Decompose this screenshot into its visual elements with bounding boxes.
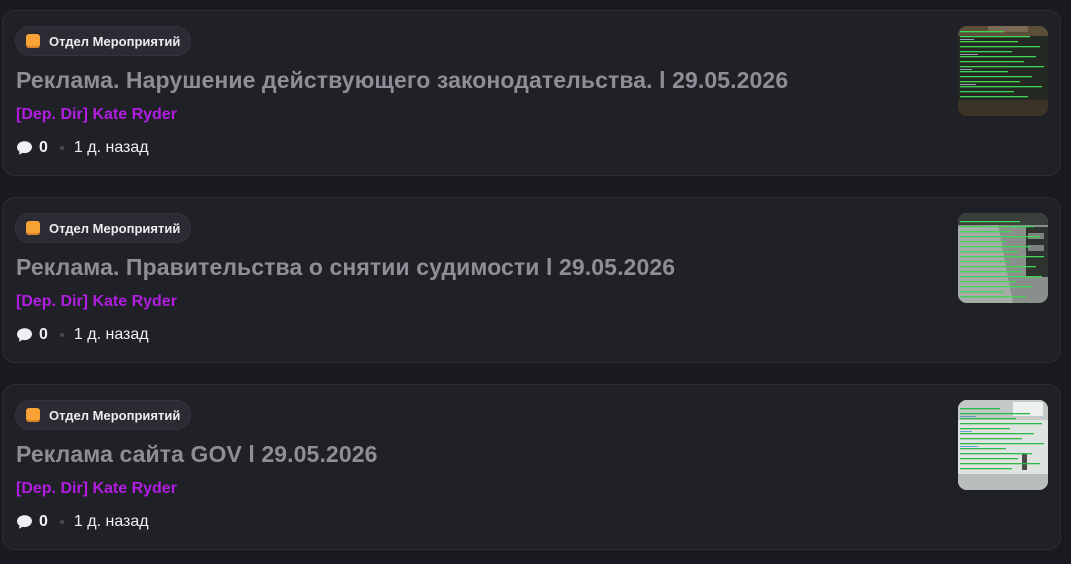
post-author[interactable]: [Dep. Dir] Kate Ryder [16,480,177,498]
chat-log-screenshot-icon [958,400,1048,490]
post-feed: Отдел Мероприятий Реклама. Нарушение дей… [0,0,1071,564]
separator-dot [59,146,64,150]
post-card[interactable]: Отдел Мероприятий Реклама сайта GOV l 29… [2,384,1061,550]
post-author[interactable]: [Dep. Dir] Kate Ryder [16,293,177,311]
post-time: 1 д. назад [73,326,149,343]
folder-icon [26,221,40,235]
post-time: 1 д. назад [73,513,149,530]
comment-count: 0 [39,326,48,343]
post-title[interactable]: Реклама. Нарушение действующего законода… [16,67,788,94]
separator-dot [59,520,64,524]
post-thumbnail[interactable] [958,26,1048,116]
comment-count: 0 [39,513,48,530]
post-meta: 0 1 д. назад [16,139,149,157]
category-label: Отдел Мероприятий [49,33,181,49]
separator-dot [59,333,64,337]
post-card[interactable]: Отдел Мероприятий Реклама. Нарушение дей… [2,10,1061,176]
category-tag[interactable]: Отдел Мероприятий [15,26,192,56]
folder-icon [26,408,40,422]
category-tag[interactable]: Отдел Мероприятий [15,213,192,243]
post-author[interactable]: [Dep. Dir] Kate Ryder [16,106,177,124]
folder-icon [26,34,40,48]
category-tag[interactable]: Отдел Мероприятий [15,400,192,430]
chat-log-screenshot-icon [958,26,1048,116]
post-card[interactable]: Отдел Мероприятий Реклама. Правительства… [2,197,1061,363]
post-meta: 0 1 д. назад [16,326,149,344]
post-title[interactable]: Реклама. Правительства о снятии судимост… [16,254,675,281]
comment-count: 0 [39,139,48,156]
chat-log-screenshot-icon [958,213,1048,303]
post-thumbnail[interactable] [958,213,1048,303]
post-meta: 0 1 д. назад [16,513,149,531]
comment-icon [17,141,32,155]
comment-icon [17,515,32,529]
category-label: Отдел Мероприятий [49,220,181,236]
comment-icon [17,328,32,342]
post-title[interactable]: Реклама сайта GOV l 29.05.2026 [16,441,378,468]
post-thumbnail[interactable] [958,400,1048,490]
category-label: Отдел Мероприятий [49,407,181,423]
post-time: 1 д. назад [73,139,149,156]
